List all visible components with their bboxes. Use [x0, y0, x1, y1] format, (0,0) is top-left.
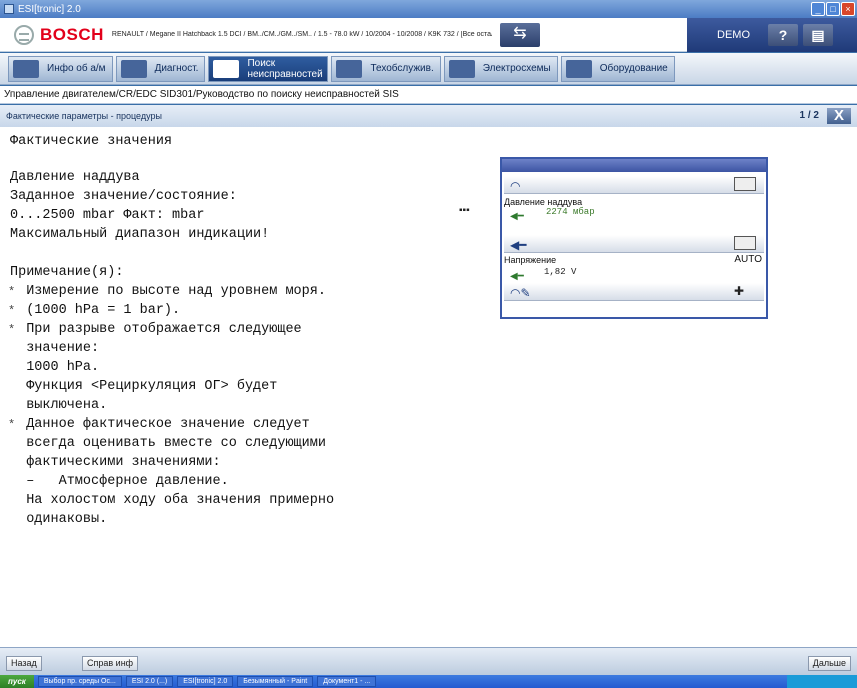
- text-line: При разрыве отображается следующее: [10, 322, 302, 337]
- text-line: 1000 hPa.: [10, 360, 100, 375]
- window-toggle-icon[interactable]: [734, 177, 756, 191]
- text-line: значение:: [10, 341, 100, 356]
- bottom-toolbar: Назад Справ инф Дальше: [0, 647, 857, 675]
- arrow-left-icon: ◀━: [510, 271, 524, 282]
- taskbar-item[interactable]: ESI[tronic] 2.0: [177, 676, 234, 687]
- app-header: BOSCH RENAULT / Megane II Hatchback 1.5 …: [0, 18, 857, 52]
- taskbar-item[interactable]: Выбор пр. среды Ос...: [37, 676, 122, 687]
- arrow-left-icon[interactable]: ◀━: [510, 238, 526, 252]
- monitor-icon[interactable]: [734, 236, 756, 250]
- system-tray: [787, 675, 857, 688]
- arrow-left-icon: ◀━: [510, 211, 524, 222]
- print-button[interactable]: ▤: [803, 24, 833, 46]
- meter-tools-row: ◠✎ ✚: [504, 283, 764, 301]
- boost-pressure-value: 2274 мбар: [546, 207, 595, 217]
- app-icon: [4, 4, 14, 14]
- connector-icon: ▪▪▪: [459, 205, 470, 216]
- demo-area: DEMO ? ▤: [687, 18, 857, 52]
- voltage-value: 1,82 V: [544, 267, 577, 277]
- os-taskbar: пуск Выбор пр. среды Ос... ESI 2.0 (...)…: [0, 675, 857, 688]
- bullet-icon: *: [8, 323, 16, 337]
- tab-vehicle-info[interactable]: Инфо об а/м: [8, 55, 113, 82]
- minimize-icon[interactable]: _: [811, 2, 825, 16]
- close-icon[interactable]: ×: [841, 2, 855, 16]
- text-line: – Атмосферное давление.: [10, 474, 229, 489]
- demo-label: DEMO: [717, 29, 750, 41]
- window-controls: _ □ ×: [811, 2, 855, 16]
- measurement-panel-header: [502, 159, 766, 172]
- vehicle-info: RENAULT / Megane II Hatchback 1.5 DCI / …: [111, 31, 492, 38]
- close-section-button[interactable]: X: [827, 108, 851, 124]
- section-title: Фактические параметры - процедуры: [6, 111, 162, 121]
- tab-maintenance[interactable]: Техобслужив.: [331, 55, 441, 82]
- text-line: всегда оценивать вместе со следующими: [10, 436, 326, 451]
- section-header: Фактические параметры - процедуры 1 / 2 …: [0, 105, 857, 127]
- tab-diagnostics[interactable]: Диагност.: [115, 55, 206, 82]
- text-line: 0...2500 mbar Факт: mbar: [10, 208, 205, 223]
- text-line: Максимальный диапазон индикации!: [10, 227, 270, 242]
- vehicle-back-button[interactable]: ⇆: [499, 22, 540, 47]
- text-line: выключена.: [10, 398, 108, 413]
- text-line: Давление наддува: [10, 170, 140, 185]
- gauge-toolbar: ◠: [504, 176, 764, 194]
- text-line: одинаковы.: [10, 512, 108, 527]
- text-line: На холостом ходу оба значения примерно: [10, 493, 335, 508]
- text-line: (1000 hPa = 1 bar).: [10, 303, 181, 318]
- boost-pressure-label: Давление наддува: [504, 197, 583, 207]
- maximize-icon[interactable]: □: [826, 2, 840, 16]
- tab-troubleshooting[interactable]: Поиск неисправностей: [208, 55, 329, 82]
- add-icon[interactable]: ✚: [734, 284, 756, 298]
- text-line: Измерение по высоте над уровнем моря.: [10, 284, 326, 299]
- text-line: Функция <Рециркуляция ОГ> будет: [10, 379, 278, 394]
- diagnosis-icon: [120, 59, 147, 78]
- text-line: Данное фактическое значение следует: [10, 417, 310, 432]
- taskbar-item[interactable]: Документ1 - ...: [317, 676, 377, 687]
- search-icon: [213, 59, 240, 78]
- text-line: Заданное значение/состояние:: [10, 189, 237, 204]
- page-indicator: 1 / 2: [799, 110, 819, 121]
- tab-wiring-diagrams[interactable]: Электросхемы: [443, 55, 558, 82]
- auto-mode-label: AUTO: [734, 254, 762, 265]
- brand-name: BOSCH: [40, 24, 104, 44]
- text-line: Фактические значения: [10, 134, 173, 149]
- bullet-icon: *: [8, 418, 16, 432]
- bosch-logo-icon: [14, 24, 34, 45]
- tab-equipment[interactable]: Оборудование: [560, 55, 675, 82]
- back-button[interactable]: Назад: [6, 656, 42, 671]
- breadcrumb: Управление двигателем/CR/EDC SID301/Руко…: [0, 86, 857, 104]
- main-navigation: Инфо об а/м Диагност. Поиск неисправност…: [0, 53, 857, 85]
- car-icon: [13, 59, 39, 78]
- window-titlebar: ESI[tronic] 2.0 _ □ ×: [0, 0, 857, 18]
- help-info-button[interactable]: Справ инф: [82, 656, 139, 671]
- bullet-icon: *: [8, 304, 16, 318]
- text-line: Примечание(я):: [10, 265, 124, 280]
- window-title: ESI[tronic] 2.0: [18, 3, 81, 15]
- measurement-panel: ◠ Давление наддува ◀━ 2274 мбар ◀━ Напря…: [500, 157, 768, 319]
- next-button[interactable]: Дальше: [807, 656, 851, 671]
- taskbar-item[interactable]: ESI 2.0 (...): [125, 676, 174, 687]
- book-icon: [565, 59, 592, 78]
- voltage-label: Напряжение: [504, 255, 557, 265]
- text-line: фактическими значениями:: [10, 455, 221, 470]
- wrench-icon: [336, 59, 363, 78]
- gauge-icon[interactable]: ◠: [510, 179, 520, 193]
- taskbar-item[interactable]: Безымянный - Paint: [237, 676, 314, 687]
- help-button[interactable]: ?: [768, 24, 798, 46]
- circuit-icon: [448, 59, 475, 78]
- bullet-icon: *: [8, 285, 16, 299]
- tools-icon[interactable]: ◠✎: [510, 286, 531, 300]
- start-button[interactable]: пуск: [0, 675, 34, 688]
- voltage-toolbar: ◀━: [504, 235, 764, 253]
